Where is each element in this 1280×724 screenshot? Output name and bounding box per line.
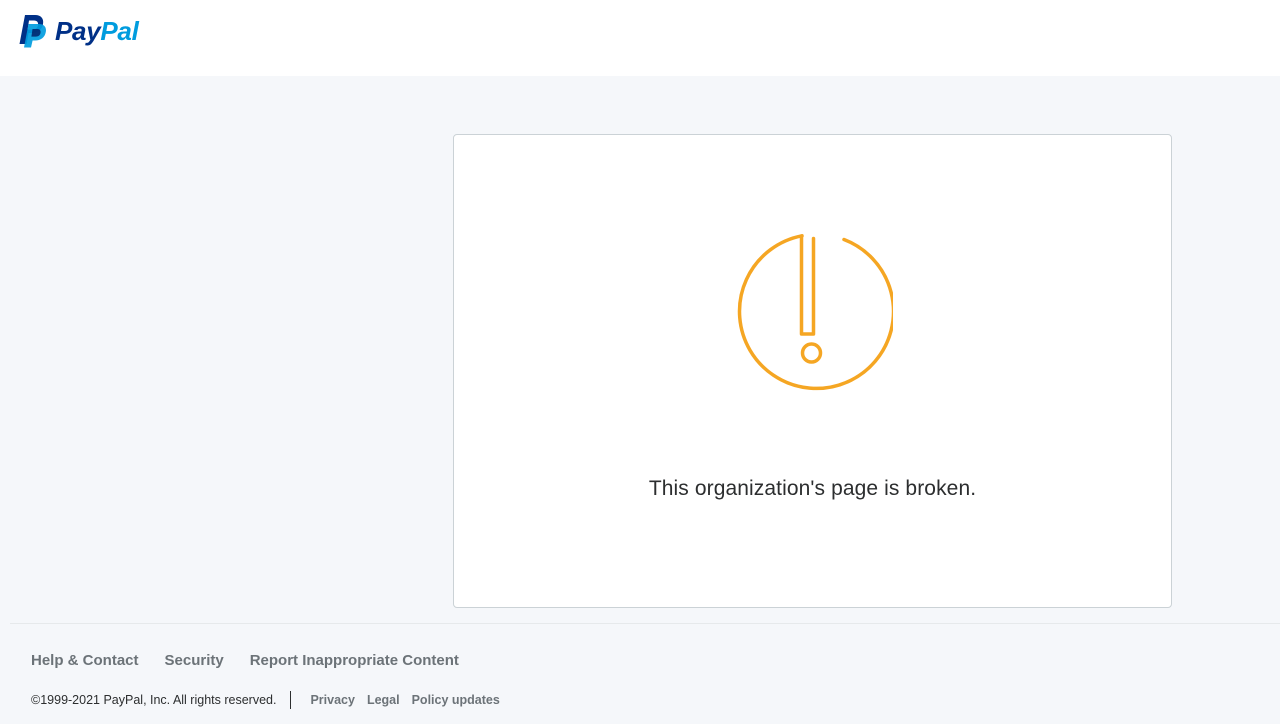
footer-bottom: ©1999-2021 PayPal, Inc. All rights reser…: [31, 691, 500, 709]
legal-link[interactable]: Legal: [367, 693, 400, 707]
copyright-text: ©1999-2021 PayPal, Inc. All rights reser…: [31, 693, 277, 707]
alert-circle-icon: [737, 234, 893, 391]
logo-word-pay: Pay: [55, 16, 101, 46]
footer: Help & Contact Security Report Inappropr…: [10, 623, 1280, 724]
security-link[interactable]: Security: [165, 652, 224, 669]
paypal-logo[interactable]: PayPal: [16, 14, 139, 48]
legal-links: Privacy Legal Policy updates: [310, 693, 499, 707]
policy-updates-link[interactable]: Policy updates: [412, 693, 500, 707]
privacy-link[interactable]: Privacy: [310, 693, 354, 707]
report-inappropriate-content-link[interactable]: Report Inappropriate Content: [250, 652, 459, 669]
footer-links: Help & Contact Security Report Inappropr…: [31, 652, 459, 669]
error-card: This organization's page is broken.: [453, 134, 1172, 608]
error-message: This organization's page is broken.: [648, 477, 977, 500]
header: PayPal: [0, 0, 1280, 76]
paypal-logo-wordmark: PayPal: [55, 14, 139, 48]
footer-divider: [290, 691, 292, 709]
logo-word-pal: Pal: [100, 16, 139, 46]
help-contact-link[interactable]: Help & Contact: [31, 652, 139, 669]
paypal-logo-icon: [19, 15, 46, 48]
